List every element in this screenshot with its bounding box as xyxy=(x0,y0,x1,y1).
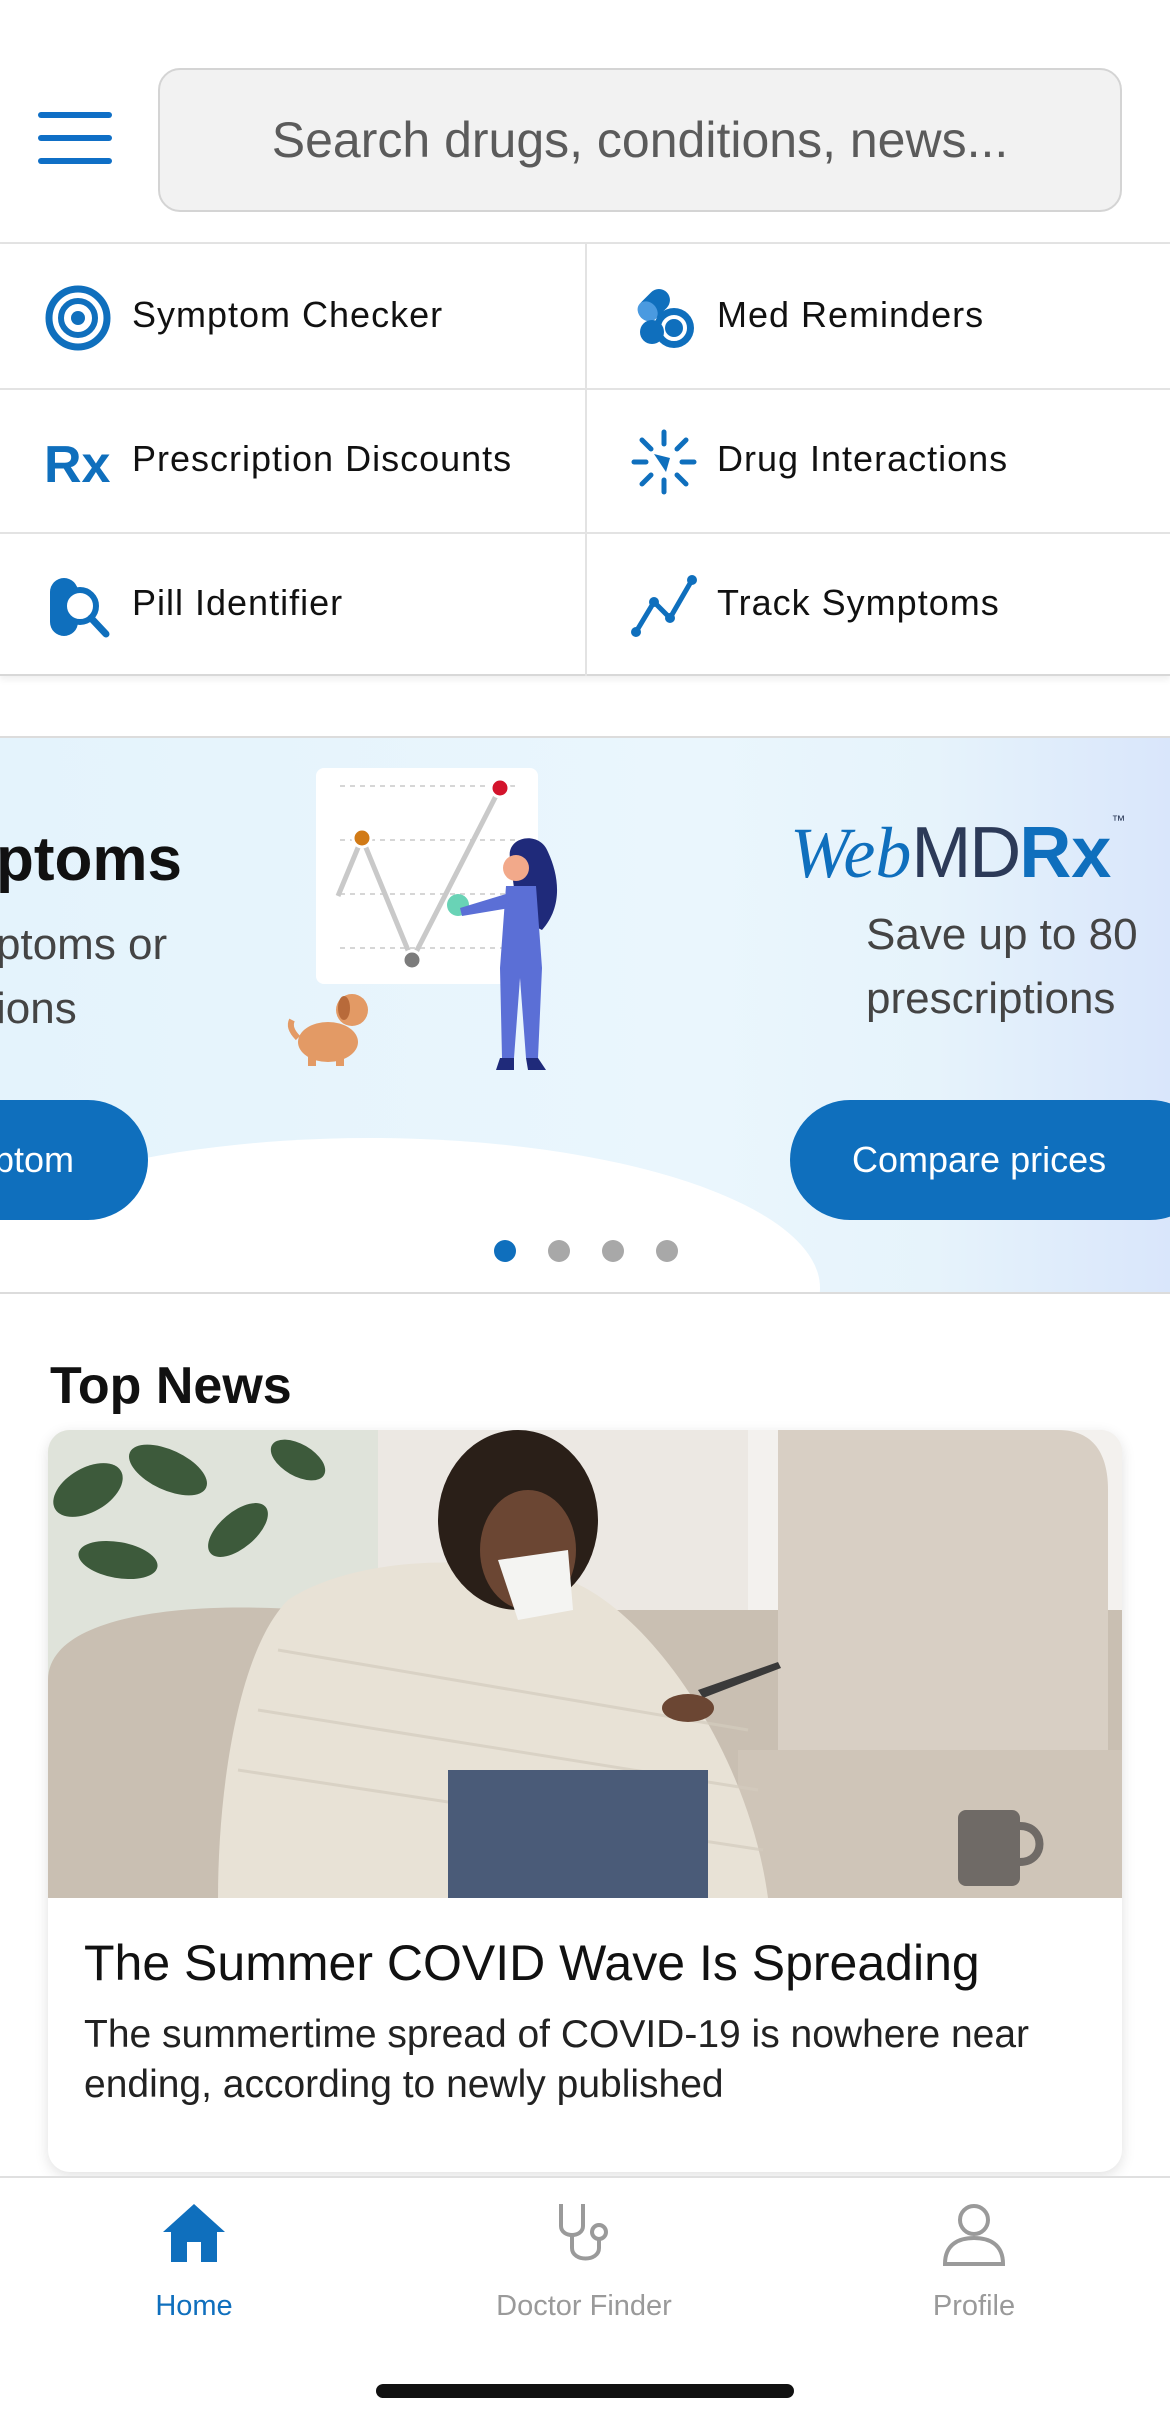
quick-link-drug-interactions[interactable]: Drug Interactions xyxy=(0,388,1170,532)
tab-doctor-finder[interactable]: Doctor Finder xyxy=(434,2198,734,2328)
tab-label: Home xyxy=(155,2290,233,2322)
compare-prices-button[interactable]: Compare prices xyxy=(790,1100,1170,1220)
news-card[interactable]: The Summer COVID Wave Is Spreading The s… xyxy=(48,1430,1122,2172)
slide-subtitle: ptoms or xyxy=(0,920,168,969)
news-headline: The Summer COVID Wave Is Spreading xyxy=(84,1935,980,1991)
search-bar[interactable] xyxy=(158,68,1122,212)
symptom-chart-illustration xyxy=(287,768,558,1070)
slide-title: ptoms xyxy=(0,825,182,894)
quick-link-med-reminders[interactable]: Med Reminders xyxy=(0,244,1170,388)
carousel-dot[interactable] xyxy=(656,1240,678,1262)
stethoscope-icon xyxy=(559,2204,608,2261)
line-chart-icon xyxy=(631,575,697,637)
quick-link-label: Med Reminders xyxy=(717,294,985,335)
quick-link-label: Track Symptoms xyxy=(717,582,1000,623)
quick-link-track-symptoms[interactable]: Track Symptoms xyxy=(0,532,1170,676)
burst-icon xyxy=(631,429,697,495)
promo-carousel[interactable]: ptoms ptoms or ions ptom WebMDRx™ Save u… xyxy=(0,736,1170,1294)
person-icon xyxy=(942,2204,1006,2266)
quick-link-label: Drug Interactions xyxy=(717,438,1009,479)
home-icon xyxy=(163,2204,225,2262)
section-title: Top News xyxy=(50,1357,292,1415)
news-photo xyxy=(48,1430,1122,1898)
tab-label: Doctor Finder xyxy=(496,2290,672,2322)
slide-subtitle: prescriptions xyxy=(866,974,1116,1023)
tab-label: Profile xyxy=(932,2290,1016,2322)
check-symptom-button[interactable]: ptom xyxy=(0,1100,148,1220)
tab-home[interactable]: Home xyxy=(44,2198,344,2328)
carousel-page-indicator xyxy=(494,1240,684,1264)
search-input[interactable] xyxy=(160,70,1120,210)
pills-icon xyxy=(637,289,694,348)
news-summary: The summertime spread of COVID-19 is now… xyxy=(84,2013,1030,2106)
home-indicator[interactable] xyxy=(376,2384,794,2398)
slide-subtitle: Save up to 80 xyxy=(866,910,1138,959)
carousel-dot[interactable] xyxy=(602,1240,624,1262)
slide-subtitle: ions xyxy=(0,984,77,1033)
menu-icon[interactable] xyxy=(38,112,112,164)
carousel-dot[interactable] xyxy=(548,1240,570,1262)
webmdrx-logo: WebMDRx™ xyxy=(790,812,1126,893)
app-header xyxy=(0,0,1170,244)
carousel-dot[interactable] xyxy=(494,1240,516,1262)
tab-profile[interactable]: Profile xyxy=(824,2198,1124,2328)
